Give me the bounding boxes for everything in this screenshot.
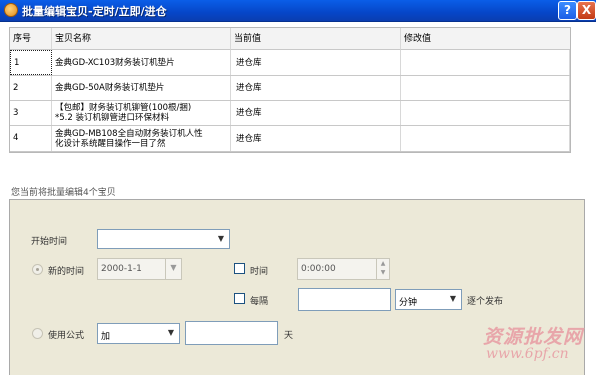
formula-operator-dropdown[interactable]: 加 ▼ <box>97 323 180 344</box>
help-button[interactable]: ? <box>558 1 577 20</box>
chevron-down-icon[interactable]: ▼ <box>163 324 179 343</box>
column-header-new[interactable]: 修改值 <box>401 28 570 50</box>
chevron-down-icon[interactable]: ▼ <box>445 290 461 309</box>
close-button[interactable]: X <box>577 1 596 20</box>
table-row[interactable]: 2 金典GD-50A财务装订机垫片 进仓库 <box>10 76 570 101</box>
interval-label: 每隔 <box>250 297 269 307</box>
spinner-arrows-icon[interactable]: ▲ ▼ <box>376 259 389 279</box>
row-index[interactable]: 4 <box>10 126 52 151</box>
new-time-label: 新的时间 <box>48 267 85 277</box>
row-current[interactable]: 进仓库 <box>231 101 401 125</box>
formula-label: 使用公式 <box>48 331 85 341</box>
row-name[interactable]: 金典GD-XC103财务装订机垫片 <box>52 50 231 75</box>
row-new[interactable] <box>401 101 570 125</box>
column-header-index[interactable]: 序号 <box>10 28 52 50</box>
title-bar[interactable]: 批量编辑宝贝-定时/立即/进仓 ? X <box>0 0 596 22</box>
table-row[interactable]: 1 金典GD-XC103财务装订机垫片 进仓库 <box>10 50 570 76</box>
row-new[interactable] <box>401 76 570 100</box>
column-header-name[interactable]: 宝贝名称 <box>52 28 231 50</box>
row-new[interactable] <box>401 50 570 75</box>
row-current[interactable]: 进仓库 <box>231 76 401 100</box>
interval-checkbox[interactable] <box>234 293 245 304</box>
watermark-url: www.6pf.cn <box>486 346 569 362</box>
row-current[interactable]: 进仓库 <box>231 50 401 75</box>
row-name[interactable]: 金典GD-MB108全自动财务装订机人性 化设计系统醒目操作一目了然 <box>52 126 231 151</box>
start-time-label: 开始时间 <box>31 237 68 247</box>
row-current[interactable]: 进仓库 <box>231 126 401 151</box>
time-checkbox[interactable] <box>234 263 245 274</box>
row-index[interactable]: 3 <box>10 101 52 125</box>
row-name[interactable]: 金典GD-50A财务装订机垫片 <box>52 76 231 100</box>
time-value: 0:00:00 <box>301 264 336 274</box>
new-time-radio[interactable] <box>32 264 43 275</box>
interval-suffix-label: 逐个发布 <box>467 297 504 307</box>
row-index[interactable]: 1 <box>10 50 52 75</box>
chevron-down-icon[interactable]: ▼ <box>213 230 229 248</box>
row-name[interactable]: 【包邮】财务装订机铆管(100根/捆) *5.2 装订机铆管进口环保材料 <box>52 101 231 125</box>
time-spinner[interactable]: 0:00:00 ▲ ▼ <box>297 258 390 280</box>
formula-value-input[interactable] <box>185 321 278 345</box>
selection-count-text: 您当前将批量编辑4个宝贝 <box>11 188 116 198</box>
formula-radio[interactable] <box>32 328 43 339</box>
row-new[interactable] <box>401 126 570 151</box>
items-table: 序号 宝贝名称 当前值 修改值 1 金典GD-XC103财务装订机垫片 进仓库 … <box>9 27 571 153</box>
chevron-down-icon[interactable]: ▼ <box>165 259 181 279</box>
formula-operator-value: 加 <box>101 332 111 342</box>
interval-unit-dropdown[interactable]: 分钟 ▼ <box>395 289 462 310</box>
row-index[interactable]: 2 <box>10 76 52 100</box>
formula-unit-label: 天 <box>284 331 294 341</box>
new-date-value: 2000-1-1 <box>101 264 142 274</box>
new-date-picker[interactable]: 2000-1-1 ▼ <box>97 258 182 280</box>
table-row[interactable]: 3 【包邮】财务装订机铆管(100根/捆) *5.2 装订机铆管进口环保材料 进… <box>10 101 570 126</box>
watermark-text: 资源批发网 <box>483 326 584 348</box>
app-icon <box>4 3 18 17</box>
column-header-current[interactable]: 当前值 <box>231 28 401 50</box>
interval-input[interactable] <box>298 288 391 311</box>
window-title: 批量编辑宝贝-定时/立即/进仓 <box>22 5 167 18</box>
interval-unit-value: 分钟 <box>399 298 418 308</box>
start-time-dropdown[interactable]: ▼ <box>97 229 230 249</box>
table-row[interactable]: 4 金典GD-MB108全自动财务装订机人性 化设计系统醒目操作一目了然 进仓库 <box>10 126 570 152</box>
time-label: 时间 <box>250 267 269 277</box>
